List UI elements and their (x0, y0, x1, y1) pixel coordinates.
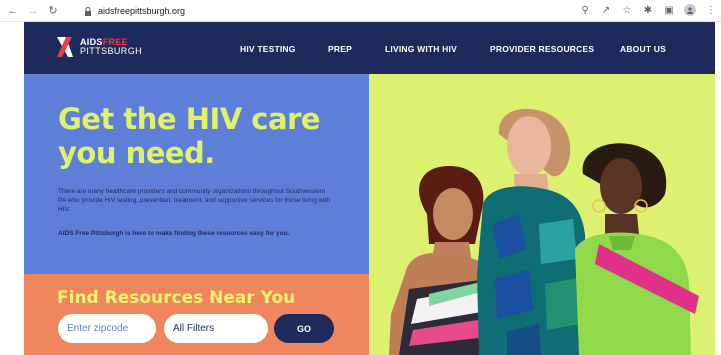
lock-icon (84, 6, 92, 16)
nav-living-with-hiv[interactable]: LIVING WITH HIV (385, 44, 457, 54)
url-text: aidsfreepittsburgh.org (98, 6, 186, 16)
nav-provider-resources[interactable]: PROVIDER RESOURCES (490, 44, 594, 54)
find-resources-panel: Find Resources Near You All Filters GO (24, 274, 369, 355)
bookmark-star-icon[interactable]: ☆ (621, 4, 633, 16)
nav-hiv-testing[interactable]: HIV TESTING (240, 44, 296, 54)
filters-label: All Filters (173, 323, 215, 334)
hero-description: There are many healthcare providers and … (58, 188, 331, 213)
page-gutter (715, 22, 721, 355)
hero-panel: Get the HIV care you need. There are man… (24, 74, 369, 274)
find-resources-title: Find Resources Near You (57, 288, 296, 308)
hero-title-line1: Get the HIV care (58, 102, 321, 136)
reload-icon[interactable]: ↻ (46, 4, 60, 18)
filters-select[interactable]: All Filters (164, 314, 268, 343)
sidebar-icon[interactable]: ▣ (663, 4, 675, 16)
profile-avatar-icon[interactable] (684, 4, 696, 16)
back-arrow-icon[interactable]: ← (6, 4, 20, 18)
hero-photo (369, 74, 715, 355)
nav-prep[interactable]: PREP (328, 44, 352, 54)
site-logo[interactable]: AIDSFREE PITTSBURGH (54, 35, 142, 59)
hero-title: Get the HIV care you need. (58, 102, 321, 170)
go-button[interactable]: GO (274, 314, 334, 343)
site-header: AIDSFREE PITTSBURGH HIV TESTING PREP LIV… (24, 22, 715, 74)
menu-dots-icon[interactable]: ⋮ (705, 4, 717, 16)
hero-emphasis: AIDS Free Pittsburgh is here to make fin… (58, 230, 290, 237)
people-photo-illustration (389, 108, 699, 355)
ribbon-logo-icon (57, 37, 73, 57)
browser-toolbar: ← → ↻ aidsfreepittsburgh.org ⚲ ↗ ☆ ✱ ▣ ⋮ (0, 0, 721, 22)
forward-arrow-icon[interactable]: → (26, 4, 40, 18)
extensions-puzzle-icon[interactable]: ✱ (642, 4, 654, 16)
zoom-icon[interactable]: ⚲ (579, 4, 591, 16)
zipcode-input[interactable] (58, 314, 156, 343)
logo-city-text: PITTSBURGH (80, 46, 143, 56)
hero-title-line2: you need. (58, 136, 215, 170)
nav-about-us[interactable]: ABOUT US (620, 44, 666, 54)
share-icon[interactable]: ↗ (600, 4, 612, 16)
